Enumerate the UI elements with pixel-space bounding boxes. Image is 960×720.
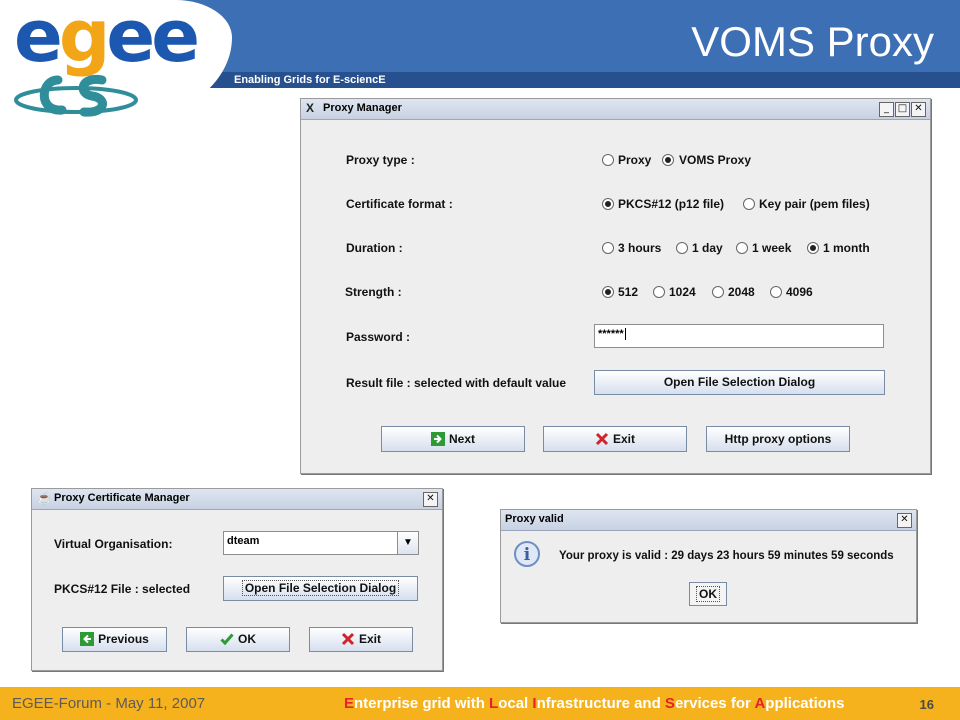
footer-project-name: Enterprise grid with Local Infrastructur… — [344, 695, 844, 712]
java-x-icon: X — [306, 101, 315, 115]
slide-title: VOMS Proxy — [691, 18, 934, 65]
radio-key-pair-label: Key pair (pem files) — [759, 197, 870, 211]
proxy-valid-message: Your proxy is valid : 29 days 23 hours 5… — [559, 550, 894, 562]
proxy-valid-titlebar[interactable]: Proxy valid ✕ — [501, 510, 916, 531]
password-label: Password : — [346, 330, 411, 344]
duration-label: Duration : — [346, 241, 403, 255]
radio-pkcs12-label: PKCS#12 (p12 file) — [618, 197, 725, 211]
checkmark-icon — [220, 633, 234, 646]
footer-initial-a: A — [754, 695, 766, 712]
radio-2048-label: 2048 — [728, 285, 755, 299]
radio-2048[interactable] — [712, 286, 724, 298]
previous-arrow-icon — [80, 632, 95, 646]
radio-1-week[interactable] — [736, 242, 748, 254]
close-button[interactable]: ✕ — [911, 102, 926, 117]
http-proxy-options-button[interactable]: Http proxy options — [706, 426, 850, 452]
exit-label: Exit — [358, 632, 381, 646]
window-title: Proxy valid — [505, 513, 564, 525]
radio-3-hours-label: 3 hours — [618, 241, 662, 255]
footer-text-part: ocal — [498, 695, 533, 712]
radio-1024-label: 1024 — [669, 285, 696, 299]
logo-area: egee — [0, 0, 232, 122]
radio-512[interactable] — [602, 286, 614, 298]
info-icon: i — [514, 541, 540, 567]
header-tagline: Enabling Grids for E-sciencE — [234, 74, 386, 86]
egee-logo: egee — [14, 0, 200, 78]
radio-proxy[interactable] — [602, 154, 614, 166]
footer-text-part: nfrastructure and — [536, 695, 665, 712]
window-title: Proxy Manager — [323, 102, 402, 114]
radio-voms-proxy-label: VOMS Proxy — [679, 153, 752, 167]
close-button[interactable]: ✕ — [897, 513, 912, 528]
radio-proxy-label: Proxy — [618, 153, 652, 167]
window-title: Proxy Certificate Manager — [54, 492, 190, 504]
ok-label: OK — [238, 632, 256, 646]
proxy-valid-dialog: Proxy valid ✕ i Your proxy is valid : 29… — [500, 509, 917, 623]
open-file-dialog-button[interactable]: Open File Selection Dialog — [223, 576, 418, 601]
radio-1-day[interactable] — [676, 242, 688, 254]
vo-label: Virtual Organisation: — [54, 537, 173, 551]
result-file-label: Result file : selected with default valu… — [346, 376, 567, 390]
proxy-manager-titlebar[interactable]: X Proxy Manager _ □ ✕ — [301, 99, 930, 120]
next-label: Next — [448, 432, 475, 446]
cert-format-label: Certificate format : — [346, 197, 453, 211]
next-arrow-icon — [430, 432, 445, 446]
vo-value: dteam — [227, 535, 260, 547]
red-x-icon — [595, 432, 609, 446]
radio-1024[interactable] — [653, 286, 665, 298]
footer-text-part: pplications — [765, 695, 845, 712]
text-cursor — [624, 328, 626, 340]
radio-1-day-label: 1 day — [692, 241, 723, 255]
radio-512-label: 512 — [618, 285, 639, 299]
ok-button[interactable]: OK — [689, 582, 727, 606]
radio-4096-label: 4096 — [786, 285, 813, 299]
vo-select[interactable]: dteam ▼ — [223, 531, 419, 555]
footer-event-date: EGEE-Forum - May 11, 2007 — [12, 695, 206, 712]
cs-logo-icon — [14, 74, 138, 117]
previous-button[interactable]: Previous — [62, 627, 167, 652]
pkcs-file-label: PKCS#12 File : selected — [54, 582, 191, 596]
cert-manager-titlebar[interactable]: ☕ Proxy Certificate Manager ✕ — [32, 489, 442, 510]
ok-label: OK — [696, 586, 720, 602]
footer-text-part: ervices for — [674, 695, 755, 712]
exit-label: Exit — [612, 432, 635, 446]
maximize-button[interactable]: □ — [895, 102, 910, 117]
open-file-dialog-button[interactable]: Open File Selection Dialog — [594, 370, 885, 395]
minimize-button[interactable]: _ — [879, 102, 894, 117]
http-proxy-options-label: Http proxy options — [724, 432, 832, 446]
svg-text:i: i — [524, 545, 531, 565]
radio-1-week-label: 1 week — [752, 241, 792, 255]
password-field[interactable]: ****** — [594, 324, 884, 348]
footer-initial-l: L — [489, 695, 499, 712]
open-file-dialog-label: Open File Selection Dialog — [663, 375, 816, 389]
open-file-dialog-label: Open File Selection Dialog — [241, 580, 400, 596]
footer-bar: EGEE-Forum - May 11, 2007 Enterprise gri… — [0, 687, 960, 720]
ok-button[interactable]: OK — [186, 627, 290, 652]
password-value: ****** — [598, 328, 624, 340]
exit-button[interactable]: Exit — [309, 627, 413, 652]
proxy-manager-window: X Proxy Manager _ □ ✕ Proxy type : Proxy… — [300, 98, 931, 474]
radio-pkcs12[interactable] — [602, 198, 614, 210]
footer-text-part: nterprise grid with — [354, 695, 490, 712]
exit-button[interactable]: Exit — [543, 426, 687, 452]
cert-manager-window: ☕ Proxy Certificate Manager ✕ Virtual Or… — [31, 488, 443, 671]
page-number: 16 — [919, 697, 934, 712]
radio-4096[interactable] — [770, 286, 782, 298]
strength-label: Strength : — [345, 285, 402, 299]
java-cup-icon: ☕ — [37, 491, 52, 505]
radio-1-month-label: 1 month — [823, 241, 870, 255]
chevron-down-icon[interactable]: ▼ — [397, 532, 418, 554]
proxy-type-label: Proxy type : — [346, 153, 415, 167]
radio-key-pair[interactable] — [743, 198, 755, 210]
footer-initial-e: E — [344, 695, 355, 712]
close-button[interactable]: ✕ — [423, 492, 438, 507]
radio-3-hours[interactable] — [602, 242, 614, 254]
next-button[interactable]: Next — [381, 426, 525, 452]
red-x-icon — [341, 632, 355, 646]
radio-1-month[interactable] — [807, 242, 819, 254]
radio-voms-proxy[interactable] — [662, 154, 674, 166]
footer-initial-s: S — [664, 695, 675, 712]
previous-label: Previous — [98, 632, 149, 646]
